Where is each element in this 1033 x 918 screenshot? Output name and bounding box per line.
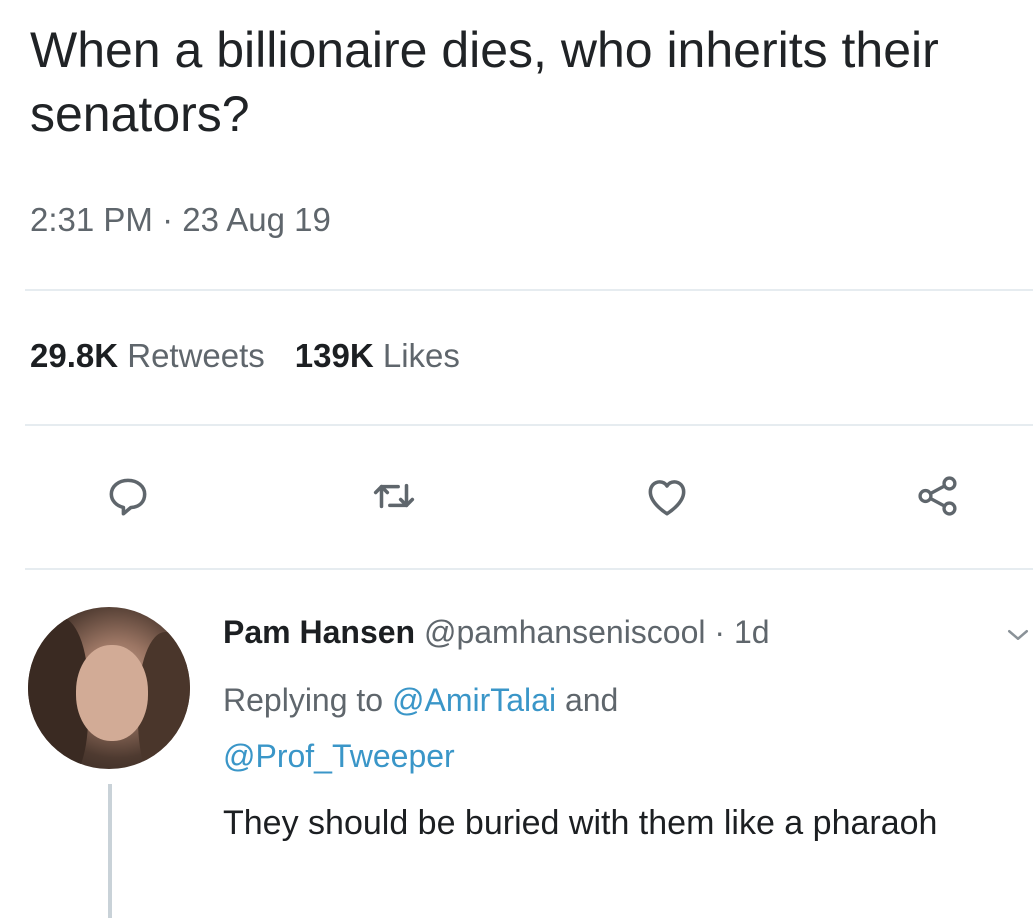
reply-header: Pam Hansen @pamhanseniscool · 1d [223, 610, 770, 654]
chevron-down-icon[interactable] [1003, 620, 1033, 650]
likes-label: Likes [382, 337, 460, 374]
replying-to: Replying to @AmirTalai and @Prof_Tweeper [223, 672, 1013, 784]
divider [25, 424, 1033, 426]
thread-line [108, 784, 112, 918]
tweet-text: When a billionaire dies, who inherits th… [30, 22, 939, 142]
reply-button[interactable] [100, 468, 156, 524]
retweets-label: Retweets [127, 337, 265, 374]
like-button[interactable] [639, 468, 695, 524]
tweet-timestamp[interactable]: 2:31 PM · 23 Aug 19 [30, 198, 331, 242]
divider [25, 289, 1033, 291]
like-icon [648, 480, 686, 516]
share-icon [918, 476, 957, 516]
mention-link[interactable]: @AmirTalai [392, 682, 556, 718]
reply-time[interactable]: · 1d [714, 614, 769, 650]
retweet-button[interactable] [366, 468, 422, 524]
retweets-stat[interactable]: 29.8K Retweets [30, 337, 265, 374]
likes-stat[interactable]: 139K Likes [295, 337, 460, 374]
replying-prefix: Replying to [223, 682, 384, 718]
reply-author-handle[interactable]: @pamhanseniscool [424, 614, 706, 650]
divider [25, 568, 1033, 570]
reply-author-name[interactable]: Pam Hansen [223, 614, 415, 650]
reply-text: They should be buried with them like a p… [223, 804, 938, 842]
retweets-count: 29.8K [30, 337, 119, 374]
reply-icon [109, 478, 147, 516]
avatar[interactable] [28, 607, 190, 769]
likes-count: 139K [294, 337, 374, 374]
replying-and: and [564, 682, 619, 718]
tweet-stats: 29.8K Retweets 139K Likes [30, 334, 460, 378]
share-button[interactable] [910, 468, 966, 524]
mention-link[interactable]: @Prof_Tweeper [223, 738, 455, 774]
retweet-icon [373, 483, 415, 509]
